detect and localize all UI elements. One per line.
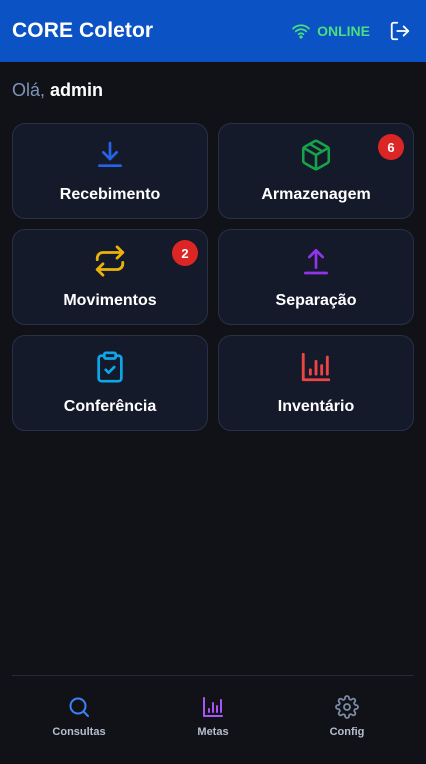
download-icon bbox=[93, 138, 127, 172]
module-card-recebimento[interactable]: Recebimento bbox=[12, 123, 208, 219]
nav-item-metas[interactable]: Metas bbox=[146, 676, 280, 764]
app-title: CORE Coletor bbox=[12, 19, 154, 42]
wifi-icon bbox=[292, 24, 310, 39]
nav-item-config[interactable]: Config bbox=[280, 676, 414, 764]
greeting: Olá, admin bbox=[12, 80, 103, 101]
module-card-separacao[interactable]: Separação bbox=[218, 229, 414, 325]
module-label: Conferência bbox=[63, 398, 157, 415]
module-label: Recebimento bbox=[59, 186, 161, 203]
gear-icon bbox=[334, 694, 360, 720]
module-label: Armazenagem bbox=[261, 186, 371, 203]
bar-chart-icon bbox=[299, 350, 333, 384]
search-icon bbox=[66, 694, 92, 720]
bar-chart-icon bbox=[200, 694, 226, 720]
clipboard-check-icon bbox=[93, 350, 127, 384]
nav-label: Metas bbox=[197, 726, 229, 738]
nav-label: Consultas bbox=[52, 726, 106, 738]
status-text: ONLINE bbox=[317, 23, 370, 39]
nav-label: Config bbox=[329, 726, 365, 738]
box-icon bbox=[299, 138, 333, 172]
module-card-armazenagem[interactable]: Armazenagem 6 bbox=[218, 123, 414, 219]
swap-icon bbox=[93, 244, 127, 278]
logout-icon bbox=[390, 21, 410, 41]
module-label: Inventário bbox=[277, 398, 355, 415]
notification-badge: 6 bbox=[378, 134, 404, 160]
nav-item-consultas[interactable]: Consultas bbox=[12, 676, 146, 764]
upload-icon bbox=[299, 244, 333, 278]
module-card-conferencia[interactable]: Conferência bbox=[12, 335, 208, 431]
notification-badge: 2 bbox=[172, 240, 198, 266]
header: CORE Coletor ONLINE bbox=[0, 0, 426, 62]
module-card-inventario[interactable]: Inventário bbox=[218, 335, 414, 431]
module-label: Movimentos bbox=[63, 292, 157, 309]
greeting-user: admin bbox=[50, 80, 104, 100]
module-card-movimentos[interactable]: Movimentos 2 bbox=[12, 229, 208, 325]
greeting-prefix: Olá, bbox=[12, 80, 46, 100]
connection-status: ONLINE bbox=[291, 23, 370, 39]
module-grid: Recebimento Armazenagem 6 Movimentos 2 S… bbox=[12, 123, 414, 431]
module-label: Separação bbox=[275, 292, 357, 309]
app: CORE Coletor ONLINE Olá, admin Recebimen… bbox=[0, 0, 426, 764]
bottom-nav: Consultas Metas Config bbox=[12, 675, 414, 764]
logout-button[interactable] bbox=[388, 19, 412, 43]
header-actions: ONLINE bbox=[291, 19, 412, 43]
